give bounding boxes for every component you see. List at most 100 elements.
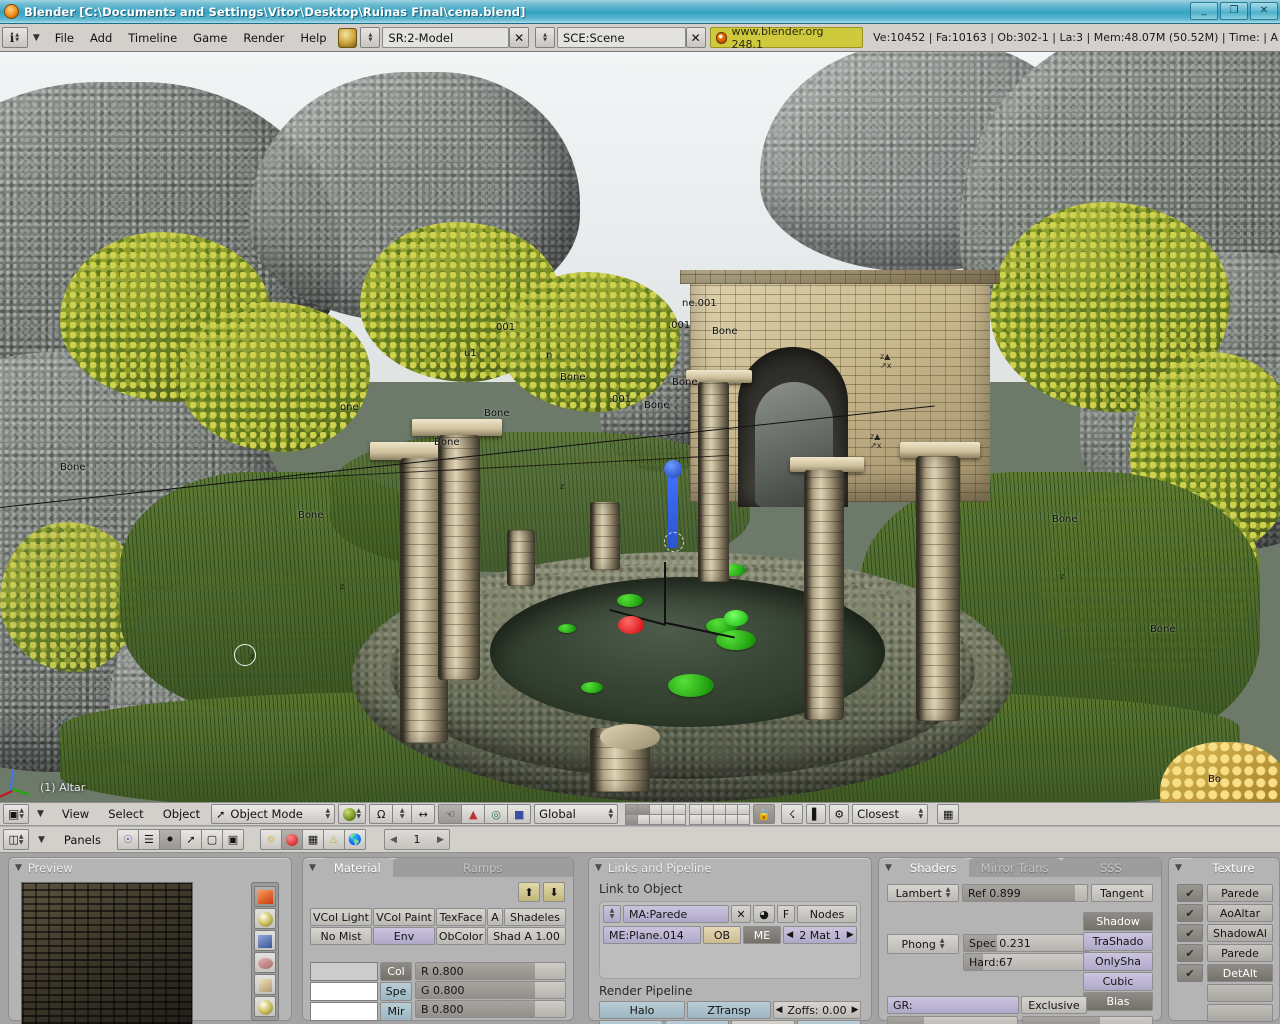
manipulator-scale-icon[interactable]: ■ (507, 804, 532, 824)
pivot-center-icon[interactable]: ↔ (411, 804, 436, 824)
close-button[interactable]: ✕ (1250, 2, 1278, 20)
no-mist-button[interactable]: No Mist (310, 927, 372, 945)
bias-toggle[interactable]: Bias (1083, 992, 1153, 1011)
texture-enable-checkbox[interactable]: ✔ (1177, 884, 1203, 902)
frame-next-icon[interactable]: ▶ (437, 835, 444, 845)
snap-mode-select[interactable]: Closest ▲ ▼ (852, 804, 929, 824)
flat-preview-icon[interactable] (254, 886, 276, 907)
collapse-triangle-icon[interactable]: ▼ (879, 863, 898, 873)
scene-delete-button[interactable]: ✕ (685, 27, 706, 48)
preview-panel-header[interactable]: ▼ Preview (9, 858, 291, 877)
material-icon[interactable] (280, 829, 303, 850)
material-browse-icon[interactable]: ▲ ▼ (603, 905, 621, 923)
screen-delete-button[interactable]: ✕ (509, 27, 529, 48)
texture-enable-checkbox[interactable]: ✔ (1177, 964, 1203, 982)
red-slider[interactable]: R 0.800 (415, 962, 566, 980)
layer-buttons-group-2[interactable] (689, 803, 751, 825)
texture-channel-row[interactable]: ✔ Parede (1177, 884, 1273, 902)
tab-material[interactable]: Material (321, 858, 393, 877)
frame-number-field[interactable]: ◀ 1 ▶ (383, 829, 450, 850)
texture-enable-checkbox[interactable]: ✔ (1177, 944, 1203, 962)
vcol-light-button[interactable]: VCol Light (310, 908, 372, 926)
shadow-toggle[interactable]: Shadow (1083, 912, 1153, 931)
menu-file[interactable]: File (47, 29, 82, 47)
lock-icon[interactable]: 🔒 (753, 804, 776, 824)
tab-mirror-trans[interactable]: Mirror Trans (968, 858, 1061, 877)
material-index-field[interactable]: ◀ 2 Mat 1 ▶ (783, 926, 857, 944)
me-link-button[interactable]: ME (743, 926, 781, 944)
texture-channel-row[interactable]: ✔ Parede (1177, 944, 1273, 962)
script-icon[interactable]: ☰ (137, 829, 160, 850)
diffuse-shader-select[interactable]: Lambert ▲ ▼ (887, 884, 959, 902)
monkey-preview-icon[interactable] (254, 952, 276, 973)
cubic-toggle[interactable]: Cubic (1083, 972, 1153, 991)
editor-type-info-icon[interactable]: i ▲ ▼ (2, 27, 28, 48)
menu-help[interactable]: Help (292, 29, 334, 47)
texture-channel-row[interactable]: ✔ AoAltar (1177, 904, 1273, 922)
tab-sss[interactable]: SSS (1060, 858, 1161, 877)
screen-browse-icon[interactable]: ▲ ▼ (360, 27, 381, 48)
editor-type-3dview-icon[interactable]: ▣ ▲ ▼ (3, 804, 29, 824)
texture-channel-row[interactable]: ✔ DetAlt (1177, 964, 1273, 982)
ref-slider[interactable]: Ref 0.899 (962, 884, 1088, 902)
pivot-spinner-icon[interactable]: ▲ ▼ (392, 804, 413, 824)
auto-name-icon[interactable]: ◕ (753, 905, 775, 923)
texture-enable-checkbox[interactable]: ✔ (1177, 924, 1203, 942)
collapse-triangle-icon[interactable]: ▼ (1169, 863, 1188, 873)
collapse-triangle-icon[interactable]: ▼ (303, 863, 322, 873)
minimize-button[interactable]: _ (1190, 2, 1218, 20)
scene-name-field[interactable]: SCE:Scene (557, 27, 686, 48)
col-tab-button[interactable]: Col (380, 962, 412, 981)
magnet-icon[interactable]: ☇ (781, 804, 804, 824)
mir-tab-button[interactable]: Mir (380, 1002, 412, 1021)
scene-icon[interactable]: ▣ (221, 829, 244, 850)
trashadow-toggle[interactable]: TraShado (1083, 932, 1153, 951)
texture-slot-name[interactable]: Parede (1207, 884, 1273, 902)
exclusive-button[interactable]: Exclusive (1021, 996, 1087, 1014)
diffuse-color-swatch[interactable] (310, 962, 378, 981)
scripts-icon[interactable] (337, 27, 358, 48)
logic-icon[interactable]: ☉ (116, 829, 139, 850)
emit-slider[interactable] (887, 1016, 1018, 1024)
screen-name-field[interactable]: SR:2-Model (382, 27, 510, 48)
transform-orientation-select[interactable]: Global ▲ ▼ (534, 804, 619, 824)
texture-channel-row[interactable] (1177, 1004, 1273, 1022)
onlyshadow-toggle[interactable]: OnlySha (1083, 952, 1153, 971)
menu-render[interactable]: Render (235, 29, 292, 47)
specular-shader-select[interactable]: Phong ▲ ▼ (887, 934, 959, 954)
sphere-sky-preview-icon[interactable] (254, 996, 276, 1017)
shadeless-button[interactable]: Shadeles (504, 908, 566, 926)
manipulator-cap-z[interactable] (664, 460, 682, 478)
tangent-button[interactable]: Tangent (1091, 884, 1153, 902)
radiosity-icon[interactable]: ♨ (322, 829, 345, 850)
obcolor-button[interactable]: ObColor (436, 927, 486, 945)
menu-collapse-arrow-icon[interactable]: ▼ (28, 33, 47, 43)
interaction-mode-select[interactable]: ➚ Object Mode ▲ ▼ (211, 804, 336, 824)
collapse-triangle-icon[interactable]: ▼ (15, 863, 22, 873)
copy-down-icon[interactable]: ⬇ (543, 882, 565, 902)
texture-channel-row[interactable] (1177, 984, 1273, 1002)
shad-a-button[interactable]: Shad A 1.00 (487, 927, 566, 945)
halo-button[interactable]: Halo (599, 1001, 685, 1019)
render-preview-icon[interactable]: ▦ (937, 804, 960, 824)
menu-timeline[interactable]: Timeline (120, 29, 185, 47)
manipulator-rotate-icon[interactable]: ◎ (484, 804, 509, 824)
layer-buttons-group-1[interactable] (625, 803, 687, 825)
sphere-preview-icon[interactable] (254, 908, 276, 929)
panels-menu-collapse-icon[interactable]: ▼ (33, 835, 52, 845)
texture-slot-name[interactable] (1207, 984, 1273, 1002)
viewport-menu-view[interactable]: View (54, 805, 97, 823)
cube-preview-icon[interactable] (254, 930, 276, 951)
panels-menu-label[interactable]: Panels (56, 831, 109, 849)
texface-alpha-button[interactable]: A (487, 908, 503, 926)
editing-icon[interactable]: ▢ (200, 829, 223, 850)
lamp-icon[interactable]: ☼ (259, 829, 282, 850)
manipulator-translate-icon[interactable]: ▲ (461, 804, 486, 824)
vcol-paint-button[interactable]: VCol Paint (373, 908, 435, 926)
snap-target-icon[interactable]: ⚙ (829, 804, 850, 824)
viewport-shading-icon[interactable]: ▲ ▼ (338, 804, 367, 824)
scene-browse-icon[interactable]: ▲ ▼ (535, 27, 555, 48)
texture-enable-checkbox[interactable]: ✔ (1177, 904, 1203, 922)
hardness-slider[interactable]: Hard:67 (963, 953, 1090, 971)
tab-shaders[interactable]: Shaders (897, 858, 969, 877)
